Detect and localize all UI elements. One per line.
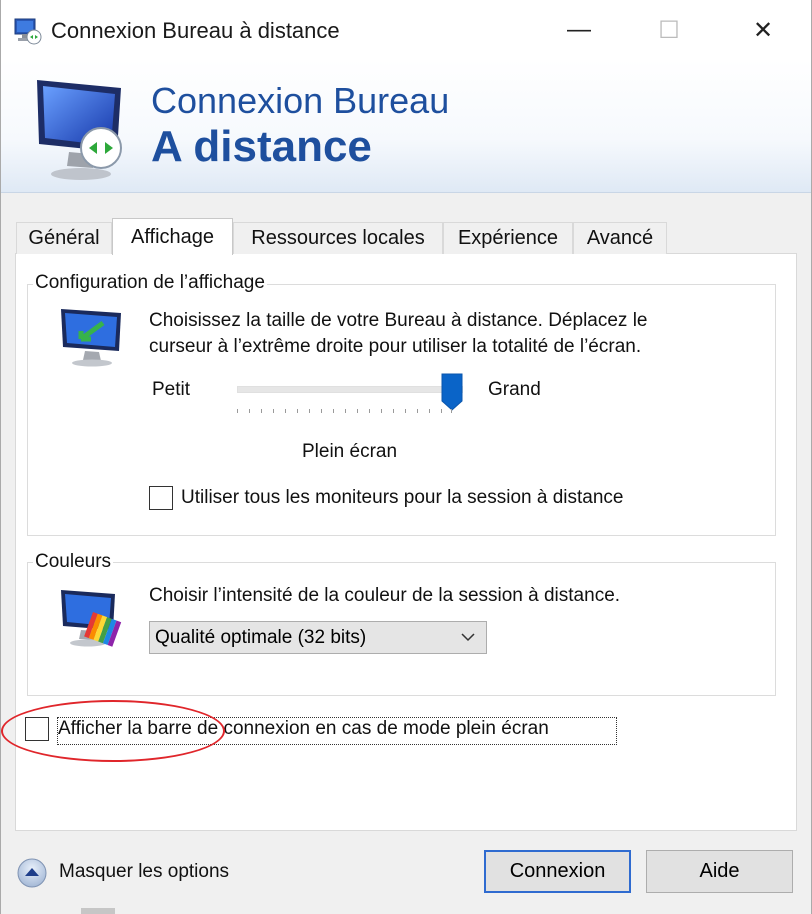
close-icon: ✕ <box>752 16 774 44</box>
header-banner: Connexion Bureau A distance <box>1 60 811 193</box>
remote-desktop-icon <box>37 80 122 180</box>
slider-value-label: Plein écran <box>302 441 398 462</box>
maximize-button[interactable]: ☐ <box>649 12 689 48</box>
window-title: Connexion Bureau à distance <box>51 18 340 43</box>
display-size-icon <box>61 309 121 367</box>
remote-desktop-small-icon <box>14 18 42 45</box>
tab-label: Ressources locales <box>251 227 425 249</box>
banner-title-line2: A distance <box>151 122 372 171</box>
display-config-label: Configuration de l’affichage <box>33 272 267 294</box>
slider-ticks <box>237 409 452 413</box>
rdp-window: Connexion Bureau à distance — ☐ ✕ Connex… <box>0 0 812 914</box>
tab-ressources-locales[interactable]: Ressources locales <box>233 222 443 254</box>
slider-max-label: Grand <box>488 379 541 400</box>
chevron-down-icon <box>461 633 475 642</box>
all-monitors-checkbox[interactable] <box>149 486 173 510</box>
tab-label: Affichage <box>130 225 215 248</box>
display-size-slider-track[interactable] <box>237 386 463 393</box>
minimize-icon: — <box>567 16 591 43</box>
display-description-line2: curseur à l’extrême droite pour utiliser… <box>149 336 642 357</box>
minimize-button[interactable]: — <box>559 12 599 48</box>
tab-general[interactable]: Général <box>16 222 112 254</box>
highlight-ellipse <box>1 700 225 762</box>
hide-options-link[interactable]: Masquer les options <box>59 861 229 883</box>
display-size-slider-thumb[interactable] <box>441 373 463 411</box>
color-palette-icon <box>61 590 122 647</box>
help-button[interactable]: Aide <box>646 850 793 893</box>
banner-title-line1: Connexion Bureau <box>151 80 450 121</box>
tab-label: Avancé <box>586 227 654 249</box>
connect-button-label: Connexion <box>509 860 606 882</box>
color-depth-value: Qualité optimale (32 bits) <box>155 627 367 648</box>
colors-description: Choisir l’intensité de la couleur de la … <box>149 585 621 606</box>
tab-affichage[interactable]: Affichage <box>112 218 233 255</box>
collapse-options-icon[interactable] <box>16 857 48 889</box>
tab-label: Expérience <box>457 227 559 249</box>
colors-group-label: Couleurs <box>33 551 114 573</box>
slider-min-label: Petit <box>152 379 191 400</box>
color-depth-select[interactable]: Qualité optimale (32 bits) <box>149 621 487 654</box>
background-scrollbar-fragment <box>81 908 115 914</box>
close-button[interactable]: ✕ <box>743 12 783 48</box>
display-description-line1: Choisissez la taille de votre Bureau à d… <box>149 310 648 331</box>
maximize-icon: ☐ <box>658 16 680 44</box>
all-monitors-label[interactable]: Utiliser tous les moniteurs pour la sess… <box>181 487 623 509</box>
tab-label: Général <box>28 227 100 249</box>
tab-experience[interactable]: Expérience <box>443 222 573 254</box>
title-bar: Connexion Bureau à distance — ☐ ✕ <box>1 0 811 60</box>
connect-button[interactable]: Connexion <box>484 850 631 893</box>
help-button-label: Aide <box>699 860 740 882</box>
tab-avance[interactable]: Avancé <box>573 222 667 254</box>
